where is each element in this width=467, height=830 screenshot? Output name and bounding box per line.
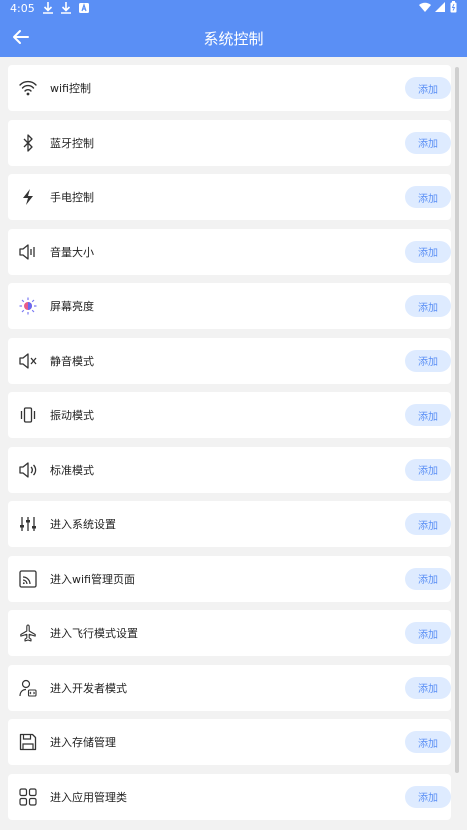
flashlight-icon <box>18 187 38 207</box>
sliders-icon <box>18 514 38 534</box>
add-button[interactable]: 添加 <box>405 404 451 426</box>
vibrate-icon <box>18 405 38 425</box>
list-item: 蓝牙控制 添加 <box>8 119 451 166</box>
download-icon <box>61 2 71 14</box>
list-item: 进入系统设置 添加 <box>8 501 451 547</box>
item-label: 手电控制 <box>50 191 94 204</box>
scrollbar[interactable] <box>455 67 459 773</box>
status-left-icons <box>42 1 90 15</box>
app-notification-icon <box>79 3 89 13</box>
app-bar: 4:05 系统控制 <box>0 0 467 57</box>
item-label: 静音模式 <box>50 354 94 368</box>
list-item: wifi控制 添加 <box>8 65 451 111</box>
cell-signal-icon <box>435 1 445 12</box>
list-item: 标准模式 添加 <box>8 446 451 493</box>
add-button[interactable]: 添加 <box>405 622 451 644</box>
control-list: wifi控制 添加 蓝牙控制 添加 手电控制 添加 音量大小 添加 屏幕亮度 添… <box>8 65 451 828</box>
item-label: 标准模式 <box>50 463 94 477</box>
wifi-signal-icon <box>419 2 431 12</box>
wifi-icon <box>18 78 38 98</box>
wifi-page-icon <box>18 569 38 589</box>
airplane-icon <box>18 623 38 643</box>
battery-icon <box>450 1 457 13</box>
list-item: 进入存储管理 添加 <box>8 719 451 765</box>
list-item: 音量大小 添加 <box>8 228 451 275</box>
item-label: wifi控制 <box>50 82 91 95</box>
download-icon <box>43 2 53 14</box>
add-button[interactable]: 添加 <box>405 731 451 753</box>
bluetooth-icon <box>18 133 38 153</box>
status-time: 4:05 <box>10 2 35 15</box>
item-label: 音量大小 <box>50 245 94 259</box>
item-label: 进入飞行模式设置 <box>50 627 138 640</box>
list-item: 振动模式 添加 <box>8 392 451 438</box>
add-button[interactable]: 添加 <box>405 240 451 263</box>
mute-icon <box>18 351 38 371</box>
item-label: 进入开发者模式 <box>50 681 127 695</box>
header: 系统控制 <box>0 18 467 57</box>
add-button[interactable]: 添加 <box>405 77 451 99</box>
list-item: 静音模式 添加 <box>8 337 451 384</box>
volume-icon <box>18 242 38 262</box>
brightness-icon <box>18 296 38 316</box>
sound-icon <box>18 460 38 480</box>
item-label: 进入系统设置 <box>50 518 116 531</box>
add-button[interactable]: 添加 <box>405 349 451 372</box>
add-button[interactable]: 添加 <box>405 295 451 317</box>
item-label: 屏幕亮度 <box>50 300 94 313</box>
add-button[interactable]: 添加 <box>405 458 451 481</box>
list-item: 进入应用管理类 添加 <box>8 773 451 820</box>
apps-icon <box>18 787 38 807</box>
add-button[interactable]: 添加 <box>405 785 451 808</box>
add-button[interactable]: 添加 <box>405 513 451 535</box>
list-item: 进入wifi管理页面 添加 <box>8 555 451 602</box>
add-button[interactable]: 添加 <box>405 186 451 208</box>
page-title: 系统控制 <box>203 30 264 48</box>
item-label: 进入应用管理类 <box>50 790 127 804</box>
item-label: 振动模式 <box>50 409 94 422</box>
list-item: 进入开发者模式 添加 <box>8 664 451 711</box>
list-item: 屏幕亮度 添加 <box>8 283 451 329</box>
status-bar: 4:05 <box>0 0 467 18</box>
list-item: 手电控制 添加 <box>8 174 451 220</box>
add-button[interactable]: 添加 <box>405 567 451 590</box>
list-item: 进入飞行模式设置 添加 <box>8 610 451 656</box>
item-label: 进入wifi管理页面 <box>50 572 135 586</box>
add-button[interactable]: 添加 <box>405 676 451 699</box>
item-label: 进入存储管理 <box>50 736 116 749</box>
status-right-icons <box>419 1 457 13</box>
add-button[interactable]: 添加 <box>405 131 451 154</box>
save-icon <box>18 732 38 752</box>
developer-icon <box>18 678 38 698</box>
item-label: 蓝牙控制 <box>50 136 94 150</box>
